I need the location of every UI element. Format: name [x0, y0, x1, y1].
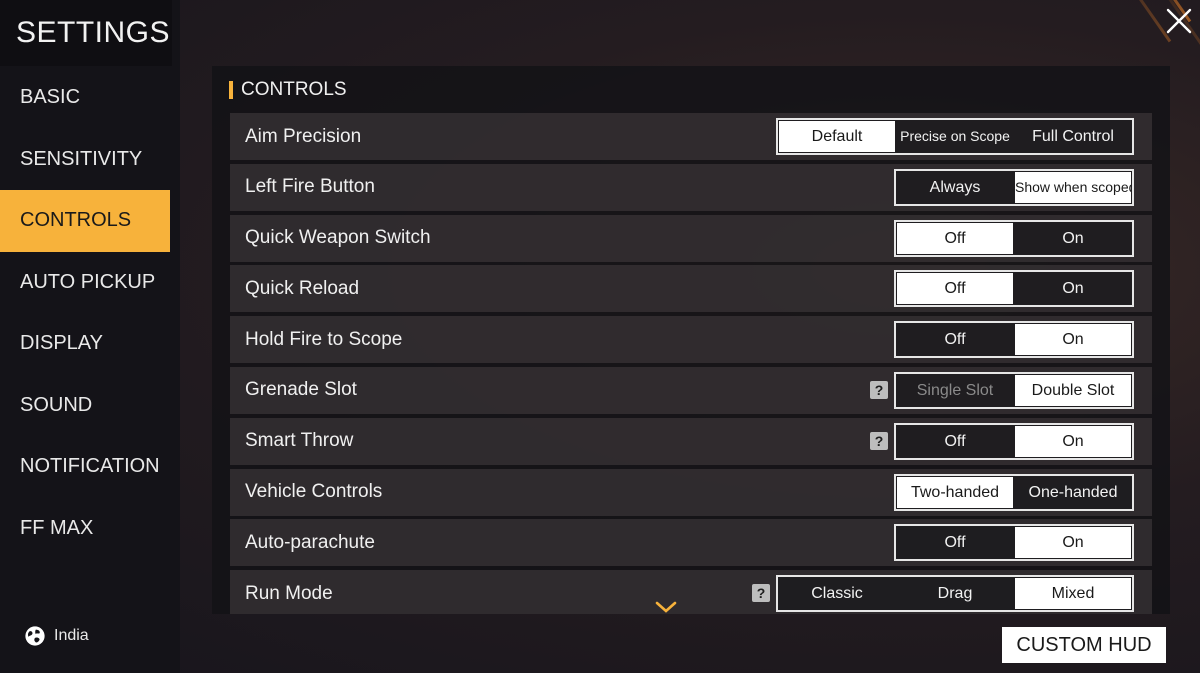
sidebar: SETTINGS BASIC SENSITIVITY CONTROLS AUTO PI… — [0, 0, 180, 673]
sidebar-item-auto-pickup[interactable]: AUTO PICKUP — [0, 252, 170, 314]
section-accent-bar — [229, 81, 233, 99]
sidebar-item-controls[interactable]: CONTROLS — [0, 190, 170, 252]
sidebar-item-ff-max[interactable]: FF MAX — [0, 498, 170, 560]
run-mode-option-mixed[interactable]: Mixed — [1015, 578, 1131, 610]
auto-parachute-segmented-control: Off On — [894, 524, 1134, 562]
setting-row-run-mode: Run Mode? Classic Drag Mixed — [230, 570, 1152, 614]
sidebar-item-basic[interactable]: BASIC — [0, 67, 170, 129]
quick-reload-option-off[interactable]: Off — [897, 273, 1013, 305]
setting-row-vehicle-controls: Vehicle Controls Two-handed One-handed — [230, 468, 1152, 516]
setting-row-grenade-slot: Grenade Slot? Single Slot Double Slot — [230, 366, 1152, 414]
help-icon[interactable]: ? — [752, 584, 770, 603]
quick-reload-segmented-control: Off On — [894, 270, 1134, 308]
help-icon[interactable]: ? — [870, 380, 888, 399]
run-mode-option-classic[interactable]: Classic — [778, 577, 896, 610]
globe-icon — [25, 626, 45, 646]
smart-throw-option-on[interactable]: On — [1015, 425, 1131, 457]
left-fire-button-option-always[interactable]: Always — [896, 171, 1014, 204]
settings-list[interactable]: Aim Precision Default Precise on Scope Full… — [230, 113, 1152, 614]
quick-reload-option-on[interactable]: On — [1014, 272, 1132, 305]
smart-throw-segmented-control: Off On — [894, 422, 1134, 460]
hold-fire-to-scope-option-on[interactable]: On — [1015, 324, 1131, 356]
grenade-slot-option-single-slot[interactable]: Single Slot — [896, 374, 1014, 407]
left-fire-button-option-show-when-scoped[interactable]: Show when scoped — [1015, 171, 1131, 203]
custom-hud-button[interactable]: CUSTOM HUD — [1002, 627, 1166, 663]
close-button[interactable] — [1158, 0, 1200, 42]
aim-precision-segmented-control: Default Precise on Scope Full Control — [776, 118, 1134, 155]
page-title: SETTINGS — [0, 0, 172, 66]
aim-precision-option-precise-on-scope[interactable]: Precise on Scope — [896, 120, 1014, 153]
section-title-label: CONTROLS — [241, 79, 347, 100]
smart-throw-option-off[interactable]: Off — [896, 425, 1014, 458]
aim-precision-option-default[interactable]: Default — [779, 121, 895, 152]
vehicle-controls-option-two-handed[interactable]: Two-handed — [897, 476, 1013, 508]
scroll-down-chevron-icon[interactable] — [654, 600, 678, 614]
region-label: India — [54, 627, 89, 644]
sidebar-item-sound[interactable]: SOUND — [0, 375, 170, 437]
quick-weapon-switch-segmented-control: Off On — [894, 219, 1134, 257]
auto-parachute-option-on[interactable]: On — [1015, 527, 1131, 559]
setting-row-aim-precision: Aim Precision Default Precise on Scope Full… — [230, 113, 1152, 160]
sidebar-menu: BASIC SENSITIVITY CONTROLS AUTO PICKUP DISPL… — [0, 67, 170, 559]
controls-panel: CONTROLS Aim Precision Default Precise on … — [212, 66, 1170, 614]
run-mode-option-drag[interactable]: Drag — [896, 577, 1014, 610]
hold-fire-to-scope-option-off[interactable]: Off — [896, 323, 1014, 356]
run-mode-segmented-control: Classic Drag Mixed — [776, 575, 1134, 613]
close-icon — [1166, 8, 1192, 34]
vehicle-controls-option-one-handed[interactable]: One-handed — [1014, 476, 1132, 509]
setting-row-quick-weapon-switch: Quick Weapon Switch Off On — [230, 214, 1152, 262]
setting-row-hold-fire-to-scope: Hold Fire to Scope Off On — [230, 316, 1152, 364]
sidebar-item-notification[interactable]: NOTIFICATION — [0, 436, 170, 498]
aim-precision-option-full-control[interactable]: Full Control — [1014, 120, 1132, 153]
help-icon[interactable]: ? — [870, 431, 888, 450]
sidebar-item-display[interactable]: DISPLAY — [0, 313, 170, 375]
vehicle-controls-segmented-control: Two-handed One-handed — [894, 473, 1134, 511]
hold-fire-to-scope-segmented-control: Off On — [894, 321, 1134, 359]
left-fire-button-segmented-control: Always Show when scoped — [894, 168, 1134, 206]
grenade-slot-segmented-control: Single Slot Double Slot — [894, 371, 1134, 409]
setting-row-quick-reload: Quick Reload Off On — [230, 265, 1152, 313]
quick-weapon-switch-option-off[interactable]: Off — [897, 222, 1013, 254]
auto-parachute-option-off[interactable]: Off — [896, 526, 1014, 559]
quick-weapon-switch-option-on[interactable]: On — [1014, 222, 1132, 255]
setting-row-auto-parachute: Auto-parachute Off On — [230, 519, 1152, 567]
setting-row-smart-throw: Smart Throw? Off On — [230, 417, 1152, 465]
section-title: CONTROLS — [229, 79, 347, 101]
grenade-slot-option-double-slot[interactable]: Double Slot — [1015, 374, 1131, 406]
region-selector[interactable]: India — [24, 624, 89, 648]
setting-row-left-fire-button: Left Fire Button Always Show when scoped — [230, 163, 1152, 211]
sidebar-item-sensitivity[interactable]: SENSITIVITY — [0, 129, 170, 191]
